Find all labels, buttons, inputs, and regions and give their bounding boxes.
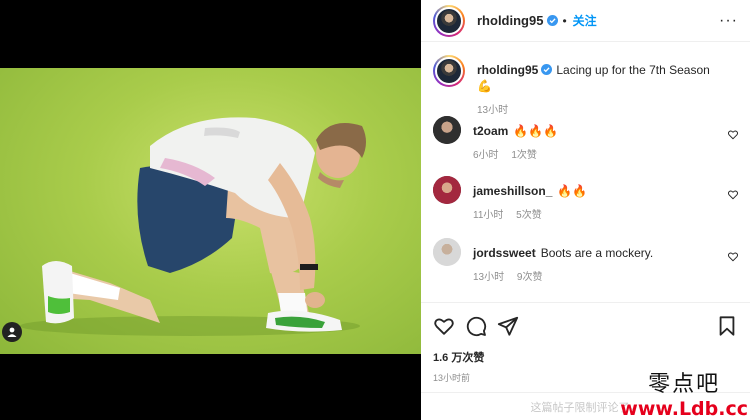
comment-time: 13小时 (473, 272, 505, 283)
comment-item: jameshillson_ 🔥🔥 11小时 5次赞 (433, 176, 738, 237)
instagram-post-view: rholding95 • 关注 ··· rholding95 Lacing up … (0, 0, 750, 420)
comment-text: 🔥🔥🔥 (513, 124, 559, 138)
comment-time: 11小时 (473, 210, 504, 221)
commenter-avatar[interactable] (433, 176, 461, 204)
comment-like-heart-icon[interactable] (728, 252, 738, 262)
more-icon[interactable]: ··· (719, 12, 738, 29)
post-photo[interactable] (0, 68, 421, 354)
author-username[interactable]: rholding95 (477, 13, 543, 28)
post-header: rholding95 • 关注 ··· (421, 0, 750, 42)
heart-icon[interactable] (433, 315, 455, 337)
header-dot: • (562, 13, 567, 28)
caption-username[interactable]: rholding95 (477, 63, 538, 77)
comment-likes[interactable]: 5次赞 (516, 210, 542, 221)
comment-icon[interactable] (465, 315, 487, 337)
comment-likes[interactable]: 9次赞 (517, 272, 543, 283)
tagged-user-icon[interactable] (2, 322, 22, 342)
comment-item: t2oam 🔥🔥🔥 6小时 1次赞 (433, 116, 738, 176)
player-tying-boots-image (20, 117, 366, 336)
verified-badge-icon (541, 64, 553, 75)
comments-list: rholding95 Lacing up for the 7th Season 💪… (421, 43, 750, 301)
comment-like-heart-icon[interactable] (728, 130, 738, 140)
caption-avatar[interactable] (433, 55, 465, 87)
watermark-logo-text: 零点吧 (648, 372, 721, 397)
like-count[interactable]: 1.6 万次赞 (433, 349, 738, 365)
media-pane (0, 0, 421, 420)
comment-text: 🔥🔥 (557, 184, 588, 198)
commenter-username[interactable]: t2oam (473, 124, 508, 138)
watermark-url: www.Ldb.cc (620, 398, 748, 420)
post-caption: rholding95 Lacing up for the 7th Season 💪… (433, 43, 738, 116)
site-watermark: 零点吧 www.Ldb.cc (620, 372, 748, 420)
comment-like-heart-icon[interactable] (728, 190, 738, 200)
author-avatar[interactable] (433, 4, 465, 37)
comment-likes[interactable]: 1次赞 (511, 150, 537, 161)
commenter-username[interactable]: jordssweet (473, 246, 536, 260)
share-icon[interactable] (497, 315, 519, 337)
comment-item: jordssweet Boots are a mockery. 13小时 9次赞 (433, 238, 738, 298)
post-detail-panel: rholding95 • 关注 ··· rholding95 Lacing up … (421, 0, 750, 420)
commenter-username[interactable]: jameshillson_ (473, 184, 552, 198)
caption-time: 13小时 (477, 105, 509, 116)
follow-button[interactable]: 关注 (573, 12, 597, 29)
verified-badge-icon (547, 15, 559, 26)
commenter-avatar[interactable] (433, 116, 461, 144)
comment-time: 6小时 (473, 150, 499, 161)
bookmark-icon[interactable] (716, 315, 738, 337)
comment-text: Boots are a mockery. (540, 246, 654, 260)
commenter-avatar[interactable] (433, 238, 461, 266)
